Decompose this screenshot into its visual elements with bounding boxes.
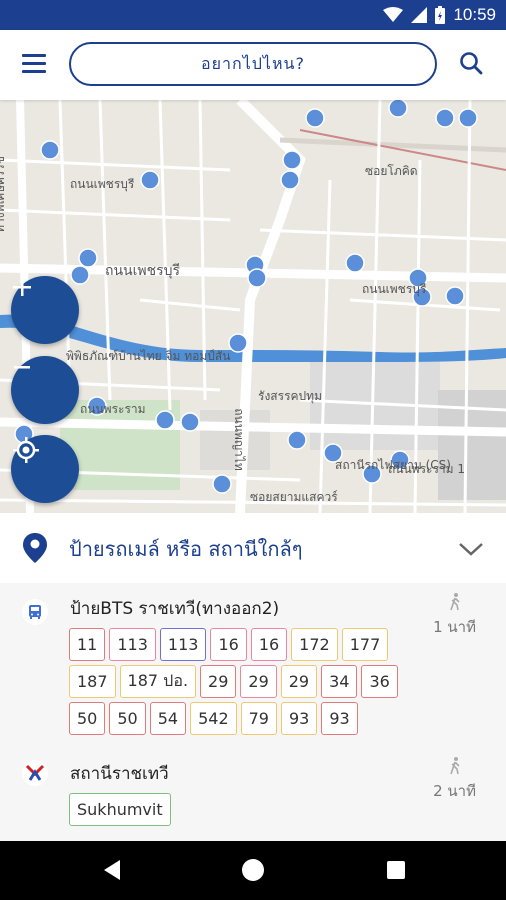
map-label: ซอยสยามแสควร์ bbox=[250, 490, 338, 504]
bts-logo-icon bbox=[25, 764, 45, 781]
route-chip[interactable]: 16 bbox=[210, 628, 247, 661]
route-chip[interactable]: 29 bbox=[280, 665, 318, 698]
route-chip[interactable]: 29 bbox=[200, 665, 237, 698]
back-button[interactable] bbox=[97, 855, 127, 885]
status-time: 10:59 bbox=[453, 5, 496, 24]
sheet-title: ป้ายรถเมล์ หรือ สถานีใกล้ๆ bbox=[69, 537, 303, 561]
route-chip[interactable]: 29 bbox=[240, 665, 277, 698]
chevron-down-icon[interactable] bbox=[458, 541, 484, 557]
map-label: สถานีรถไฟสยาม (CS) bbox=[335, 458, 451, 472]
recents-button[interactable] bbox=[381, 855, 411, 885]
my-location-button[interactable] bbox=[11, 435, 79, 503]
recents-square-icon bbox=[387, 861, 405, 879]
home-circle-icon bbox=[242, 859, 264, 881]
nearby-stops-list: ป้ายBTS ราชเทวี(ทางออก2) 1 นาที 11 113 1… bbox=[0, 583, 506, 841]
back-triangle-icon bbox=[104, 860, 120, 880]
map-label: ถนนเพชรบุรี bbox=[362, 282, 427, 296]
route-chip[interactable]: 187 ปอ. bbox=[119, 665, 197, 698]
route-chip[interactable]: 93 bbox=[280, 702, 318, 735]
route-chip[interactable]: 11 bbox=[69, 628, 106, 661]
map-label: ถนนเพชรบุรี bbox=[105, 263, 181, 279]
minus-icon bbox=[14, 366, 30, 369]
route-chip[interactable]: 34 bbox=[321, 665, 358, 698]
route-chip[interactable]: 79 bbox=[240, 702, 277, 735]
bus-icon bbox=[29, 605, 41, 619]
route-chips: 11 113 113 16 16 172 177 187 187 ปอ. 29 … bbox=[69, 628, 409, 735]
search-button[interactable] bbox=[458, 50, 486, 78]
nearby-stops-header[interactable]: ป้ายรถเมล์ หรือ สถานีใกล้ๆ bbox=[0, 513, 506, 584]
route-chip[interactable]: 542 bbox=[190, 702, 237, 735]
hamburger-menu-icon bbox=[22, 54, 46, 73]
route-chip[interactable]: 50 bbox=[109, 702, 146, 735]
zoom-out-button[interactable] bbox=[11, 356, 79, 424]
status-icons: 10:59 bbox=[383, 0, 496, 30]
walking-icon bbox=[449, 757, 460, 775]
walking-icon bbox=[449, 593, 460, 611]
menu-button[interactable] bbox=[20, 51, 50, 79]
map-label: ถนนเพชรบุรี bbox=[70, 177, 135, 191]
cell-signal-icon bbox=[411, 7, 428, 23]
route-chip[interactable]: 50 bbox=[69, 702, 106, 735]
route-chip[interactable]: 172 bbox=[291, 628, 338, 661]
map-label: ถนนพระราม bbox=[80, 402, 146, 416]
stop-name: ป้ายBTS ราชเทวี(ทางออก2) bbox=[70, 599, 280, 619]
walk-time: 1 นาที bbox=[433, 593, 476, 639]
battery-icon bbox=[435, 6, 446, 24]
search-placeholder: อยากไปไหน? bbox=[201, 53, 305, 73]
route-chip[interactable]: Sukhumvit bbox=[69, 793, 171, 826]
map-label: ทางพิเศษศรีรัช bbox=[0, 156, 7, 233]
zoom-in-button[interactable] bbox=[11, 276, 79, 344]
map-label: รังสรรคปทุม bbox=[258, 389, 322, 403]
home-button[interactable] bbox=[238, 855, 268, 885]
route-chip[interactable]: 16 bbox=[250, 628, 288, 661]
search-input[interactable]: อยากไปไหน? bbox=[69, 42, 437, 86]
route-chip[interactable]: 36 bbox=[361, 665, 398, 698]
map-label: ถนนพญาไท bbox=[231, 408, 246, 471]
bus-stop-badge bbox=[22, 599, 48, 625]
walk-time-label: 2 นาที bbox=[433, 782, 476, 800]
app-bar: อยากไปไหน? bbox=[0, 30, 506, 100]
wifi-icon bbox=[383, 7, 404, 22]
route-chips: Sukhumvit bbox=[69, 793, 409, 826]
route-chip[interactable]: 54 bbox=[149, 702, 187, 735]
walk-time: 2 นาที bbox=[433, 757, 476, 803]
route-chip[interactable]: 177 bbox=[341, 628, 389, 661]
map-view[interactable]: ถนนเพชรบุรี ถนนเพชรบุรี ถนนเพชรบุรี ซอยโ… bbox=[0, 100, 506, 513]
route-chip[interactable]: 93 bbox=[321, 702, 358, 735]
map-label: พิพิธภัณฑ์บ้านไทย จิม ทอมป์สัน bbox=[66, 349, 231, 363]
search-icon bbox=[460, 52, 483, 75]
walk-time-label: 1 นาที bbox=[433, 618, 476, 636]
train-station-badge bbox=[22, 760, 48, 786]
route-chip[interactable]: 113 bbox=[109, 628, 156, 661]
navigation-bar bbox=[0, 841, 506, 900]
route-chip[interactable]: 187 bbox=[69, 665, 116, 698]
status-bar: 10:59 bbox=[0, 0, 506, 30]
location-pin-icon bbox=[23, 533, 47, 563]
crosshair-icon bbox=[13, 437, 39, 463]
plus-icon bbox=[13, 278, 31, 296]
map-label: ซอยโภคิด bbox=[365, 164, 418, 178]
route-chip[interactable]: 113 bbox=[159, 628, 207, 661]
stop-name: สถานีราชเทวี bbox=[70, 764, 169, 784]
